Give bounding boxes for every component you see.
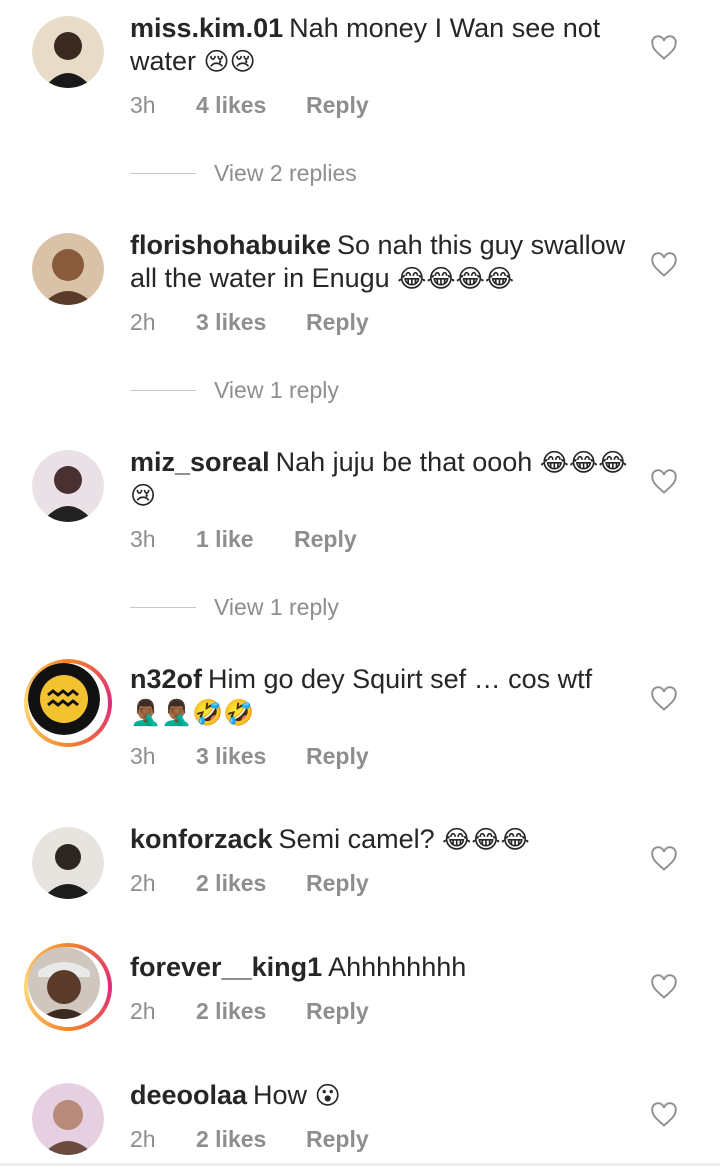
divider: [130, 390, 196, 391]
comment-body: Ahhhhhhhh: [328, 952, 467, 982]
divider: [130, 607, 196, 608]
view-replies-button[interactable]: View 2 replies: [130, 160, 357, 187]
reply-button[interactable]: Reply: [306, 998, 369, 1025]
comment-body: Nah juju be that oooh: [275, 447, 533, 477]
comment-likes[interactable]: 1 like: [196, 526, 294, 553]
comment-body: Semi camel?: [278, 824, 435, 854]
comment-meta: 2h 2 likes Reply: [130, 1126, 369, 1153]
reply-button[interactable]: Reply: [306, 309, 369, 336]
avatar[interactable]: [24, 659, 112, 747]
comment-text: miz_soreal Nah juju be that oooh 😂😂😂😢: [130, 446, 630, 512]
view-replies-button[interactable]: View 1 reply: [130, 377, 339, 404]
comment-meta: 2h 3 likes Reply: [130, 309, 369, 336]
avatar[interactable]: [24, 943, 112, 1031]
comment-likes[interactable]: 4 likes: [196, 92, 306, 119]
avatar[interactable]: [32, 233, 104, 305]
comment-username[interactable]: miss.kim.01: [130, 13, 283, 43]
comment-likes[interactable]: 2 likes: [196, 998, 306, 1025]
comment-emoji: 😂😂😂😂: [397, 264, 515, 293]
comment-time: 3h: [130, 743, 156, 769]
comment-likes[interactable]: 2 likes: [196, 1126, 306, 1153]
view-replies-label[interactable]: View 1 reply: [214, 594, 339, 621]
comment-likes[interactable]: 2 likes: [196, 870, 306, 897]
comment-text: deeoolaa How 😮: [130, 1079, 630, 1112]
comment-meta: 3h 3 likes Reply: [130, 743, 369, 770]
avatar[interactable]: [32, 1083, 104, 1155]
comment-time: 3h: [130, 526, 156, 552]
comment-time: 2h: [130, 309, 156, 335]
reply-button[interactable]: Reply: [306, 92, 369, 119]
heart-icon[interactable]: [650, 685, 678, 713]
comment-time: 3h: [130, 92, 156, 118]
reply-button[interactable]: Reply: [306, 870, 369, 897]
comment-likes[interactable]: 3 likes: [196, 309, 306, 336]
view-replies-button[interactable]: View 1 reply: [130, 594, 339, 621]
comment-meta: 3h 4 likes Reply: [130, 92, 369, 119]
heart-icon[interactable]: [650, 468, 678, 496]
aquarius-icon: [28, 663, 100, 735]
comment-emoji: 🤦🏾‍♂️🤦🏾‍♂️🤣🤣: [130, 698, 255, 727]
comment-username[interactable]: deeoolaa: [130, 1080, 247, 1110]
comment-text: florishohabuike So nah this guy swallow a…: [130, 229, 630, 295]
view-replies-label[interactable]: View 1 reply: [214, 377, 339, 404]
comment-text: forever__king1 Ahhhhhhhh: [130, 951, 630, 984]
heart-icon[interactable]: [650, 845, 678, 873]
comment-username[interactable]: florishohabuike: [130, 230, 331, 260]
comment-time: 2h: [130, 870, 156, 896]
comment-time: 2h: [130, 1126, 156, 1152]
comment-emoji: 😂😂😂: [442, 825, 530, 854]
comment-username[interactable]: n32of: [130, 664, 202, 694]
comment-body: How: [253, 1080, 308, 1110]
comment-text: miss.kim.01 Nah money I Wan see not water…: [130, 12, 630, 78]
avatar[interactable]: [32, 450, 104, 522]
avatar[interactable]: [32, 16, 104, 88]
comment-username[interactable]: konforzack: [130, 824, 273, 854]
comment-text: konforzack Semi camel? 😂😂😂: [130, 823, 630, 856]
comment-emoji: 😮: [314, 1081, 341, 1110]
comment-time: 2h: [130, 998, 156, 1024]
comment-username[interactable]: forever__king1: [130, 952, 322, 982]
comment-meta: 2h 2 likes Reply: [130, 998, 369, 1025]
comment-meta: 3h 1 like Reply: [130, 526, 357, 553]
comment-text: n32of Him go dey Squirt sef … cos wtf 🤦🏾‍…: [130, 663, 630, 729]
reply-button[interactable]: Reply: [306, 1126, 369, 1153]
comment-meta: 2h 2 likes Reply: [130, 870, 369, 897]
view-replies-label[interactable]: View 2 replies: [214, 160, 357, 187]
reply-button[interactable]: Reply: [294, 526, 357, 553]
avatar[interactable]: [32, 827, 104, 899]
comment-username[interactable]: miz_soreal: [130, 447, 270, 477]
comment-emoji: 😢😢: [203, 47, 256, 76]
heart-icon[interactable]: [650, 973, 678, 1001]
avatar-photo: [28, 947, 100, 1019]
reply-button[interactable]: Reply: [306, 743, 369, 770]
comment-likes[interactable]: 3 likes: [196, 743, 306, 770]
heart-icon[interactable]: [650, 1101, 678, 1129]
heart-icon[interactable]: [650, 34, 678, 62]
divider: [130, 173, 196, 174]
heart-icon[interactable]: [650, 251, 678, 279]
comment-body: Him go dey Squirt sef … cos wtf: [208, 664, 593, 694]
